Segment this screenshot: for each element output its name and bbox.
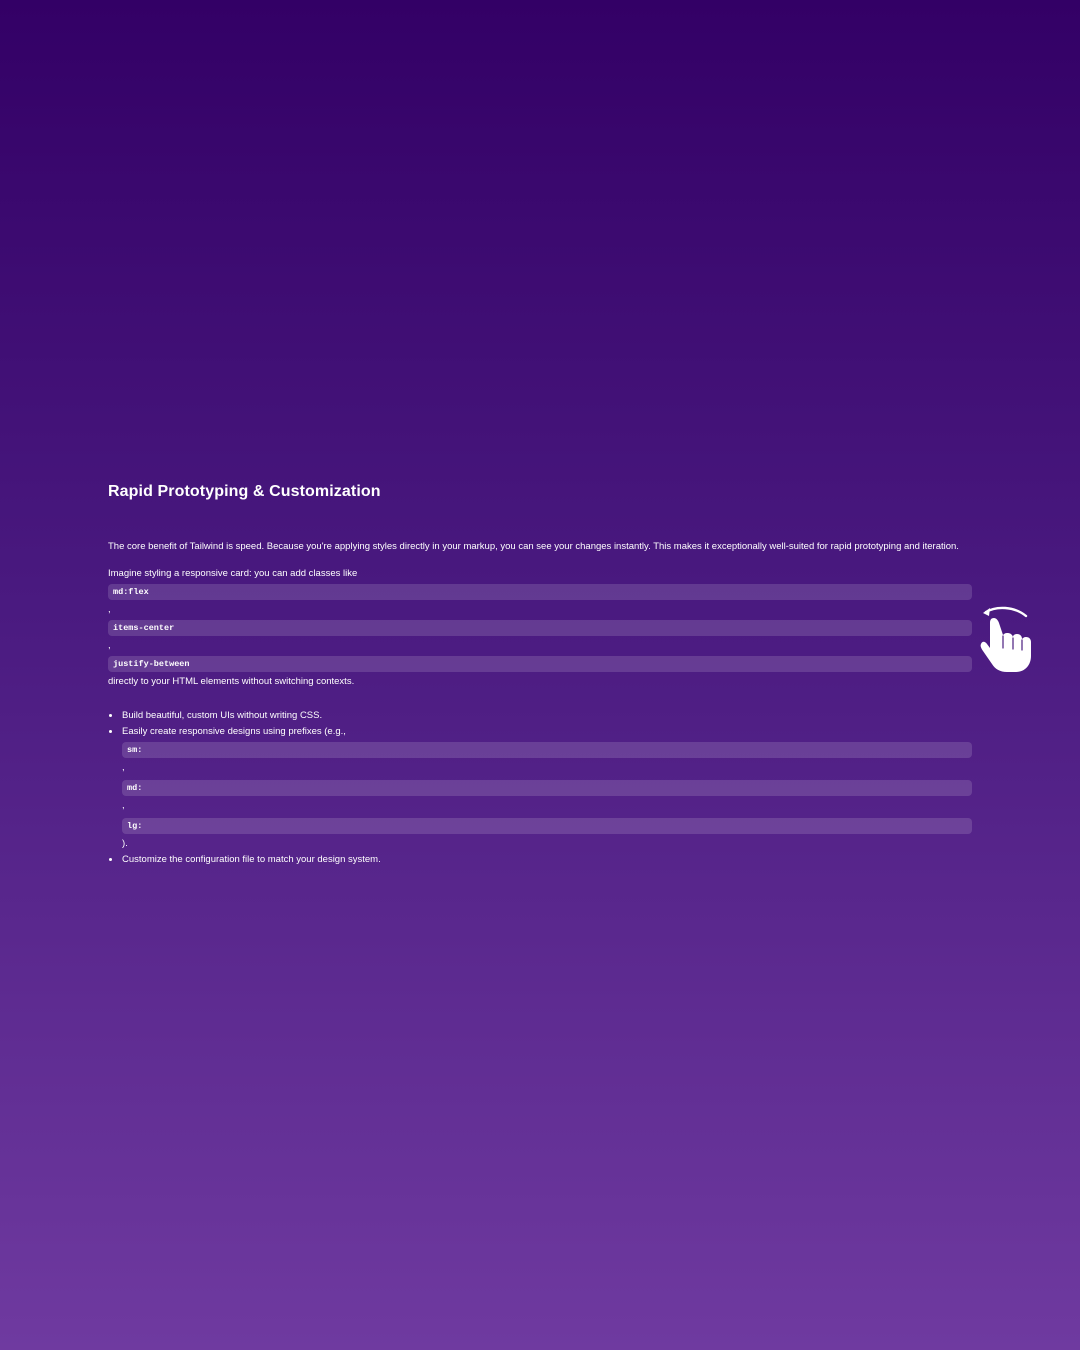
swipe-hand-icon [980,606,1031,672]
code-sm: sm: [122,742,972,758]
feature-list: Build beautiful, custom UIs without writ… [108,708,972,868]
intro-paragraph: The core benefit of Tailwind is speed. B… [108,541,959,552]
separator: , [122,762,125,773]
list-item-text: Build beautiful, custom UIs without writ… [122,710,323,721]
content-section: Rapid Prototyping & Customization The co… [108,482,972,868]
list-item-text: Customize the configuration file to matc… [122,854,381,865]
separator: , [108,640,111,651]
list-item-tail: ). [122,838,128,849]
code-items-center: items-center [108,620,972,636]
list-item-text: Easily create responsive designs using p… [122,726,346,737]
list-item: Easily create responsive designs using p… [108,724,972,852]
section-title: Rapid Prototyping & Customization [108,483,381,500]
code-md-flex: md:flex [108,584,972,600]
example-lead: Imagine styling a responsive card: you c… [108,568,358,579]
code-md: md: [122,780,972,796]
list-item: Build beautiful, custom UIs without writ… [108,708,972,724]
separator: , [122,800,125,811]
code-justify-between: justify-between [108,656,972,672]
example-tail: directly to your HTML elements without s… [108,676,355,687]
code-lg: lg: [122,818,972,834]
separator: , [108,604,111,615]
list-item: Customize the configuration file to matc… [108,852,972,868]
